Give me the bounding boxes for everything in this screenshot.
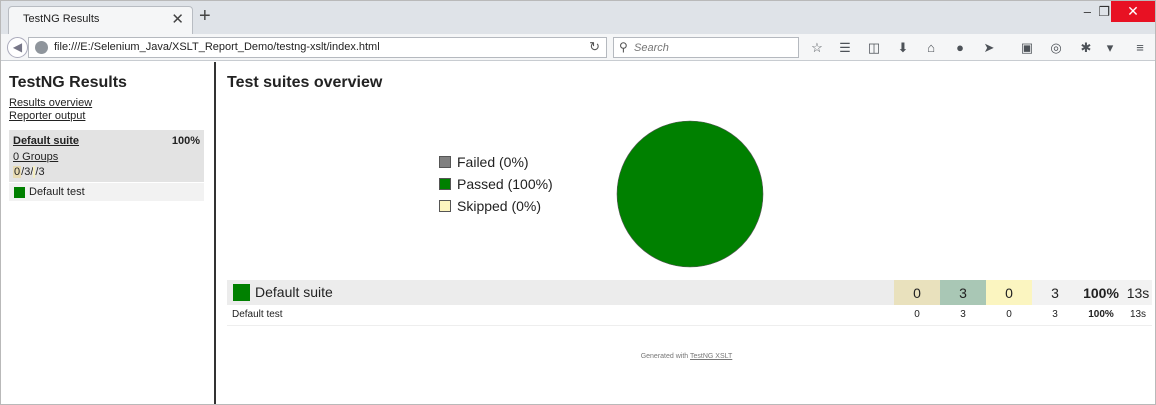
window-close-icon[interactable]: ✕	[1111, 1, 1155, 22]
passed-status-icon	[233, 284, 250, 302]
sidebar-test-item[interactable]: Default test	[9, 183, 204, 201]
search-icon: ⚲	[619, 40, 628, 54]
sync-icon[interactable]: ◎	[1047, 39, 1065, 57]
failed-cell: 0	[894, 305, 940, 326]
testng-xslt-link[interactable]: TestNG XSLT	[690, 353, 732, 360]
suite-percent: 100%	[171, 135, 200, 147]
footer-prefix: Generated with	[640, 353, 689, 360]
url-text[interactable]: file:///E:/Selenium_Java/XSLT_Report_Dem…	[54, 41, 380, 53]
tab-close-icon[interactable]: ✕	[171, 10, 184, 28]
site-info-icon[interactable]	[35, 41, 48, 54]
page-content: TestNG Results Results overview Reporter…	[2, 62, 1155, 404]
tab-title: TestNG Results	[23, 13, 100, 25]
time-cell: 13s	[1124, 305, 1152, 326]
test-name-cell[interactable]: Default test	[227, 305, 894, 326]
legend-label: Passed (100%)	[457, 176, 553, 192]
chat-icon[interactable]: ●	[951, 39, 969, 57]
sidebar-test-label: Default test	[29, 186, 85, 198]
pocket-icon[interactable]: ◫	[865, 39, 883, 57]
reading-list-icon[interactable]: ☰	[836, 39, 854, 57]
sidebar-title: TestNG Results	[9, 74, 127, 91]
footer: Generated with TestNG XSLT	[218, 353, 1155, 360]
failed-cell: 0	[894, 280, 940, 305]
suite-counts: 0/3//3	[13, 166, 45, 178]
total-count: 3	[38, 166, 45, 178]
suite-name-link[interactable]: Default suite	[13, 135, 79, 147]
reload-icon[interactable]: ↻	[589, 39, 600, 55]
legend-swatch	[439, 178, 451, 190]
percent-cell: 100%	[1078, 305, 1124, 326]
minimize-icon[interactable]: –	[1084, 4, 1091, 19]
home-icon[interactable]: ⌂	[922, 39, 940, 57]
suite-row[interactable]: Default suite 0 3 0 3 100% 13s	[227, 280, 1152, 305]
results-pie-chart	[616, 120, 764, 268]
test-row[interactable]: Default test 0 3 0 3 100% 13s	[227, 305, 1152, 326]
sidebar: TestNG Results Results overview Reporter…	[2, 62, 216, 404]
passed-cell: 3	[940, 305, 986, 326]
search-box[interactable]: ⚲	[613, 37, 799, 58]
browser-window: TestNG Results ✕ + – ❐ ✕ ◀ file:///E:/Se…	[0, 0, 1156, 405]
failed-count: 0	[13, 166, 22, 178]
send-icon[interactable]: ➤	[980, 39, 998, 57]
results-overview-link[interactable]: Results overview	[9, 97, 92, 109]
total-cell: 3	[1032, 305, 1078, 326]
skipped-cell: 0	[986, 280, 1032, 305]
screenshot-icon[interactable]: ▣	[1018, 39, 1036, 57]
extension-icon[interactable]: ✱	[1077, 39, 1095, 57]
suite-summary: Default suite 100% 0 Groups 0/3//3	[9, 130, 204, 182]
suite-name: Default suite	[255, 283, 333, 300]
navigation-bar: ◀ file:///E:/Selenium_Java/XSLT_Report_D…	[1, 34, 1155, 61]
percent-cell: 100%	[1078, 280, 1124, 305]
time-cell: 13s	[1124, 280, 1152, 305]
reporter-output-link[interactable]: Reporter output	[9, 110, 85, 122]
tab-testng-results[interactable]: TestNG Results ✕	[8, 6, 193, 34]
page-title: Test suites overview	[227, 74, 383, 91]
new-tab-icon[interactable]: +	[199, 5, 211, 28]
total-cell: 3	[1032, 280, 1078, 305]
search-input[interactable]	[634, 40, 794, 56]
legend-swatch	[439, 200, 451, 212]
suite-name-cell[interactable]: Default suite	[227, 280, 894, 305]
passed-status-icon	[14, 187, 25, 198]
tab-bar: TestNG Results ✕ + – ❐ ✕	[1, 1, 1155, 34]
legend-label: Skipped (0%)	[457, 198, 542, 214]
bookmark-star-icon[interactable]: ☆	[808, 39, 826, 57]
legend-swatch	[439, 156, 451, 168]
pie-slice-passed	[616, 120, 764, 268]
menu-icon[interactable]: ≡	[1131, 39, 1149, 57]
back-arrow-icon[interactable]: ◀	[7, 37, 28, 58]
passed-cell: 3	[940, 280, 986, 305]
main-panel: Test suites overview Failed (0%) Passed …	[218, 62, 1155, 404]
skipped-cell: 0	[986, 305, 1032, 326]
legend-label: Failed (0%)	[457, 154, 529, 170]
download-icon[interactable]: ⬇	[894, 39, 912, 57]
overflow-chevron-icon[interactable]: ▾	[1101, 39, 1119, 57]
restore-icon[interactable]: ❐	[1098, 4, 1110, 20]
results-table: Default suite 0 3 0 3 100% 13s Default t…	[227, 280, 1152, 326]
suite-groups-link[interactable]: 0 Groups	[13, 151, 58, 163]
address-bar[interactable]: file:///E:/Selenium_Java/XSLT_Report_Dem…	[28, 37, 607, 58]
